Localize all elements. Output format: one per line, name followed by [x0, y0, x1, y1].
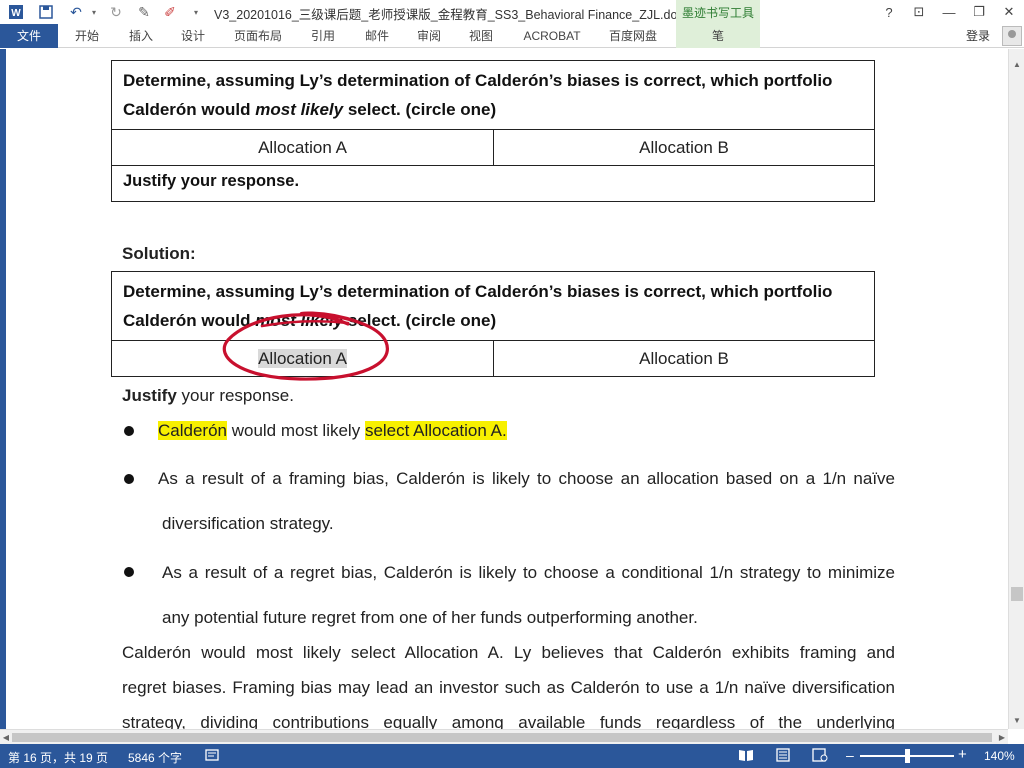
bullet-dot [124, 474, 134, 484]
tab-home[interactable]: 开始 [66, 24, 108, 48]
help-icon[interactable]: ? [874, 0, 904, 24]
bullet-framing-line1: As a result of a framing bias, Calderón … [158, 469, 895, 488]
bullet-regret-line2: any potential future regret from one of … [162, 608, 698, 627]
title-bar: W ↶ ▾ ↻ ✎ ✐ ▾ V3_20201016_三级课后题_老师授课版_金程… [0, 0, 1024, 24]
web-layout-icon[interactable] [812, 748, 828, 765]
option-allocation-a[interactable]: Allocation A [112, 130, 493, 165]
question-text: Determine, assuming Ly’s determination o… [123, 71, 833, 119]
zoom-out-icon[interactable]: – [846, 747, 854, 763]
tab-insert[interactable]: 插入 [120, 24, 162, 48]
word-icon[interactable]: W [6, 2, 26, 22]
document-title: V3_20201016_三级课后题_老师授课版_金程教育_SS3_Behavio… [214, 8, 688, 22]
scroll-thumb[interactable] [1011, 587, 1023, 601]
question-table: Determine, assuming Ly’s determination o… [111, 60, 875, 202]
bullet-dot [124, 567, 134, 577]
restore-button[interactable]: ❐ [964, 0, 994, 24]
tab-mailings[interactable]: 邮件 [356, 24, 398, 48]
scroll-up-icon[interactable]: ▲ [1009, 57, 1024, 73]
zoom-in-icon[interactable]: + [958, 746, 967, 763]
option-allocation-b[interactable]: Allocation B [493, 130, 874, 165]
solution-option-allocation-b[interactable]: Allocation B [493, 341, 874, 376]
tab-file[interactable]: 文件 [0, 24, 58, 48]
word-count[interactable]: 5846 个字 [128, 749, 182, 766]
left-edge-bar [0, 49, 6, 729]
ink-tools-label: 墨迹书写工具 [676, 0, 760, 24]
tab-references[interactable]: 引用 [302, 24, 344, 48]
ribbon-display-icon[interactable]: ⊡ [904, 0, 934, 24]
ribbon-tabs: 文件 开始 插入 设计 页面布局 引用 邮件 审阅 视图 ACROBAT 百度网… [0, 24, 1024, 48]
save-icon[interactable] [36, 2, 56, 22]
paragraph-line: regret biases. Framing bias may lead an … [122, 678, 895, 697]
justify-line: Justify your response. [122, 386, 294, 405]
tab-baidu-netdisk[interactable]: 百度网盘 [600, 24, 666, 48]
close-button[interactable]: ✕ [994, 0, 1024, 24]
avatar[interactable] [1002, 26, 1022, 46]
scroll-down-icon[interactable]: ▼ [1009, 713, 1024, 729]
bullet-dot [124, 426, 134, 436]
scroll-left-icon[interactable]: ◀ [0, 730, 12, 745]
vertical-scrollbar[interactable]: ▲ ▼ [1008, 49, 1024, 729]
justify-prompt: Justify your response. [112, 165, 874, 201]
zoom-level[interactable]: 140% [984, 749, 1015, 763]
scroll-right-icon[interactable]: ▶ [996, 730, 1008, 745]
proofing-icon[interactable] [205, 748, 219, 765]
horizontal-scrollbar[interactable]: ◀ ▶ [0, 729, 1008, 744]
ink-circle-annotation [222, 311, 389, 381]
tab-review[interactable]: 审阅 [408, 24, 450, 48]
tab-design[interactable]: 设计 [172, 24, 214, 48]
bullet-regret-line1: As a result of a regret bias, Calderón i… [162, 563, 895, 582]
document-page[interactable]: Determine, assuming Ly’s determination o… [0, 49, 1008, 729]
undo-dropdown-icon[interactable]: ▾ [84, 2, 104, 22]
horizontal-scroll-thumb[interactable] [12, 733, 992, 742]
tab-view[interactable]: 视图 [460, 24, 502, 48]
page-count[interactable]: 第 16 页，共 19 页 [8, 749, 108, 766]
tab-acrobat[interactable]: ACROBAT [514, 24, 590, 48]
paragraph-line: strategy, dividing contributions equally… [122, 713, 895, 729]
bullet-framing-line2: diversification strategy. [162, 514, 334, 533]
bullet-answer: Calderón would most likely select Alloca… [158, 421, 507, 440]
tab-layout[interactable]: 页面布局 [226, 24, 290, 48]
status-bar: 第 16 页，共 19 页 5846 个字 – + 140% [0, 744, 1024, 768]
read-mode-icon[interactable] [738, 748, 754, 765]
svg-text:W: W [11, 8, 21, 19]
pen-icon[interactable]: ✎ [134, 2, 154, 22]
highlighter-icon[interactable]: ✐ [160, 2, 180, 22]
login-link[interactable]: 登录 [966, 27, 990, 44]
zoom-slider-thumb[interactable] [905, 749, 910, 763]
minimize-button[interactable]: — [934, 0, 964, 24]
undo-icon[interactable]: ↶ [66, 2, 86, 22]
tab-pen[interactable]: 笔 [676, 24, 760, 48]
redo-icon[interactable]: ↻ [106, 2, 126, 22]
paragraph-line: Calderón would most likely select Alloca… [122, 643, 895, 662]
solution-label: Solution: [122, 244, 196, 263]
customize-toolbar-icon[interactable]: ▾ [186, 2, 206, 22]
print-layout-icon[interactable] [776, 748, 790, 765]
